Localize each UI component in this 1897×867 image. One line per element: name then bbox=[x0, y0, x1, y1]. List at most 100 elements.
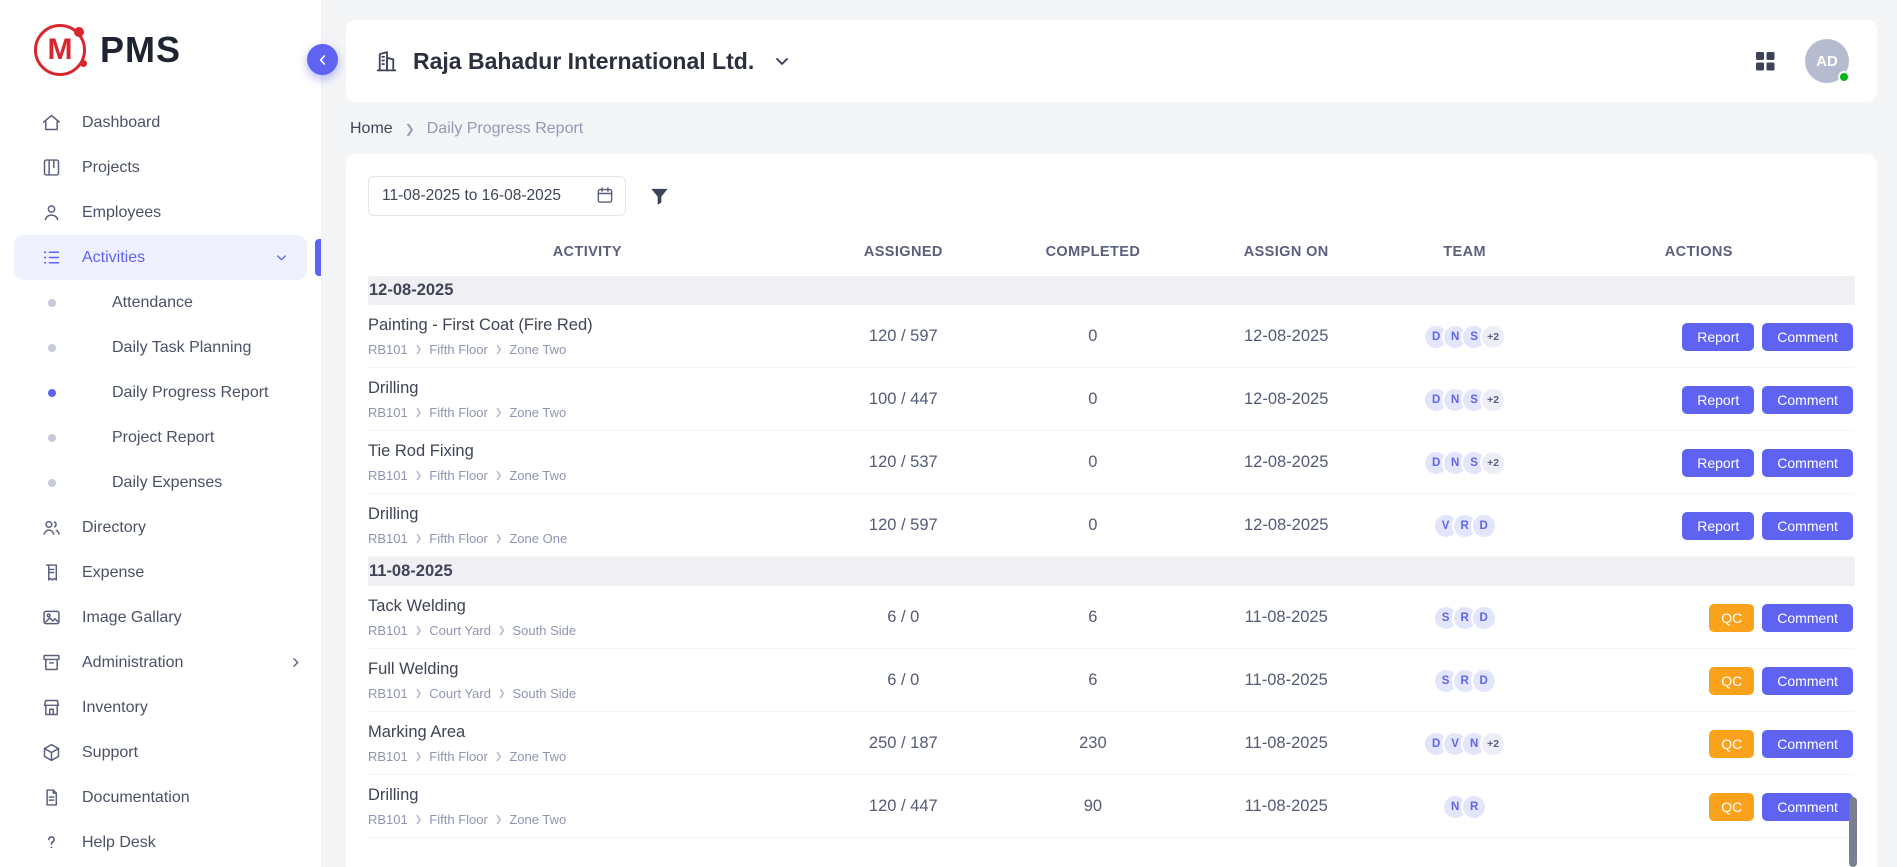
sidebar-item-directory[interactable]: Directory bbox=[0, 505, 321, 550]
qc-button[interactable]: QC bbox=[1709, 793, 1754, 821]
sidebar-collapse-button[interactable] bbox=[307, 44, 338, 75]
activity-path: RB101❯Fifth Floor❯Zone Two bbox=[368, 405, 807, 420]
qc-button[interactable]: QC bbox=[1709, 730, 1754, 758]
path-segment: Court Yard bbox=[429, 623, 491, 638]
funnel-filter-icon[interactable] bbox=[648, 185, 671, 208]
group-date-label: 11-08-2025 bbox=[369, 562, 453, 581]
comment-button[interactable]: Comment bbox=[1762, 386, 1853, 414]
path-segment: RB101 bbox=[368, 342, 408, 357]
assigned-value: 6 / 0 bbox=[807, 671, 1000, 690]
sidebar-item-label: Daily Progress Report bbox=[112, 384, 269, 402]
team-more-badge[interactable]: +2 bbox=[1480, 387, 1506, 413]
team-more-badge[interactable]: +2 bbox=[1480, 450, 1506, 476]
sidebar-item-label: Directory bbox=[82, 519, 146, 537]
scrollbar-thumb[interactable] bbox=[1849, 797, 1857, 867]
comment-button[interactable]: Comment bbox=[1762, 512, 1853, 540]
completed-value: 6 bbox=[1000, 671, 1186, 690]
store-icon bbox=[40, 697, 62, 719]
sidebar-item-projects[interactable]: Projects bbox=[0, 145, 321, 190]
comment-button[interactable]: Comment bbox=[1762, 323, 1853, 351]
sidebar-item-attendance[interactable]: Attendance bbox=[0, 280, 321, 325]
sidebar-item-employees[interactable]: Employees bbox=[0, 190, 321, 235]
sidebar-item-daily-progress-report[interactable]: Daily Progress Report bbox=[0, 370, 321, 415]
assign-on-value: 12-08-2025 bbox=[1186, 453, 1387, 472]
path-segment: RB101 bbox=[368, 405, 408, 420]
image-icon bbox=[40, 607, 62, 629]
bullet-icon bbox=[48, 479, 56, 487]
sidebar-item-project-report[interactable]: Project Report bbox=[0, 415, 321, 460]
team-more-badge[interactable]: +2 bbox=[1480, 731, 1506, 757]
date-range-input[interactable] bbox=[368, 176, 626, 216]
qc-button[interactable]: QC bbox=[1709, 604, 1754, 632]
sidebar-item-daily-task-planning[interactable]: Daily Task Planning bbox=[0, 325, 321, 370]
report-button[interactable]: Report bbox=[1682, 449, 1754, 477]
sidebar: M PMS Dashboard Projects Employees bbox=[0, 0, 322, 867]
sidebar-item-label: Project Report bbox=[112, 429, 214, 447]
user-icon bbox=[40, 202, 62, 224]
company-selector[interactable]: Raja Bahadur International Ltd. bbox=[374, 48, 792, 75]
sidebar-item-administration[interactable]: Administration bbox=[0, 640, 321, 685]
sidebar-item-help-desk[interactable]: Help Desk bbox=[0, 820, 321, 865]
team-avatars: DNS+2 bbox=[1387, 450, 1543, 476]
activity-name: Drilling bbox=[368, 379, 807, 398]
sidebar-item-activities[interactable]: Activities bbox=[14, 235, 307, 280]
assigned-value: 120 / 597 bbox=[807, 516, 1000, 535]
path-segment: Fifth Floor bbox=[429, 531, 488, 546]
team-member-avatar[interactable]: D bbox=[1471, 513, 1497, 539]
user-avatar[interactable]: AD bbox=[1805, 39, 1849, 83]
activity-cell: Drilling RB101❯Fifth Floor❯Zone Two bbox=[368, 379, 807, 420]
row-actions: Report Comment bbox=[1543, 512, 1855, 540]
team-member-avatar[interactable]: R bbox=[1461, 794, 1487, 820]
document-icon bbox=[40, 787, 62, 809]
sidebar-item-support[interactable]: Support bbox=[0, 730, 321, 775]
breadcrumb-home[interactable]: Home bbox=[350, 120, 393, 138]
comment-button[interactable]: Comment bbox=[1762, 667, 1853, 695]
path-segment: RB101 bbox=[368, 468, 408, 483]
report-button[interactable]: Report bbox=[1682, 386, 1754, 414]
comment-button[interactable]: Comment bbox=[1762, 604, 1853, 632]
sidebar-item-dashboard[interactable]: Dashboard bbox=[0, 100, 321, 145]
activity-path: RB101❯Court Yard❯South Side bbox=[368, 686, 807, 701]
online-status-dot bbox=[1838, 71, 1850, 83]
team-member-avatar[interactable]: D bbox=[1471, 605, 1497, 631]
sidebar-item-documentation[interactable]: Documentation bbox=[0, 775, 321, 820]
path-segment: Fifth Floor bbox=[429, 342, 488, 357]
breadcrumb-current: Daily Progress Report bbox=[427, 120, 584, 138]
report-button[interactable]: Report bbox=[1682, 323, 1754, 351]
path-separator-icon: ❯ bbox=[415, 407, 423, 418]
row-actions: Report Comment bbox=[1543, 386, 1855, 414]
logo-icon: M bbox=[34, 24, 86, 76]
column-header-completed: COMPLETED bbox=[1000, 244, 1186, 260]
list-icon bbox=[40, 247, 62, 269]
team-more-badge[interactable]: +2 bbox=[1480, 324, 1506, 350]
path-segment: RB101 bbox=[368, 749, 408, 764]
qc-button[interactable]: QC bbox=[1709, 667, 1754, 695]
sidebar-item-label: Documentation bbox=[82, 789, 190, 807]
comment-button[interactable]: Comment bbox=[1762, 793, 1853, 821]
cube-icon bbox=[40, 742, 62, 764]
sidebar-item-image-gallary[interactable]: Image Gallary bbox=[0, 595, 321, 640]
chevron-down-icon bbox=[274, 250, 289, 265]
sidebar-menu: Dashboard Projects Employees Activities bbox=[0, 100, 321, 865]
team-member-avatar[interactable]: D bbox=[1471, 668, 1497, 694]
assign-on-value: 12-08-2025 bbox=[1186, 390, 1387, 409]
sidebar-item-label: Activities bbox=[82, 249, 145, 267]
sidebar-item-expense[interactable]: Expense bbox=[0, 550, 321, 595]
comment-button[interactable]: Comment bbox=[1762, 449, 1853, 477]
sidebar-item-daily-expenses[interactable]: Daily Expenses bbox=[0, 460, 321, 505]
path-segment: Fifth Floor bbox=[429, 405, 488, 420]
team-avatars: SRD bbox=[1387, 668, 1543, 694]
activity-row: Tie Rod Fixing RB101❯Fifth Floor❯Zone Tw… bbox=[368, 431, 1855, 494]
comment-button[interactable]: Comment bbox=[1762, 730, 1853, 758]
company-name: Raja Bahadur International Ltd. bbox=[413, 48, 754, 75]
grid-apps-icon[interactable] bbox=[1753, 49, 1777, 73]
filter-row bbox=[368, 176, 1855, 216]
path-segment: South Side bbox=[513, 686, 577, 701]
completed-value: 0 bbox=[1000, 516, 1186, 535]
completed-value: 0 bbox=[1000, 390, 1186, 409]
activity-path: RB101❯Fifth Floor❯Zone Two bbox=[368, 468, 807, 483]
assigned-value: 120 / 537 bbox=[807, 453, 1000, 472]
sidebar-item-inventory[interactable]: Inventory bbox=[0, 685, 321, 730]
completed-value: 0 bbox=[1000, 453, 1186, 472]
report-button[interactable]: Report bbox=[1682, 512, 1754, 540]
